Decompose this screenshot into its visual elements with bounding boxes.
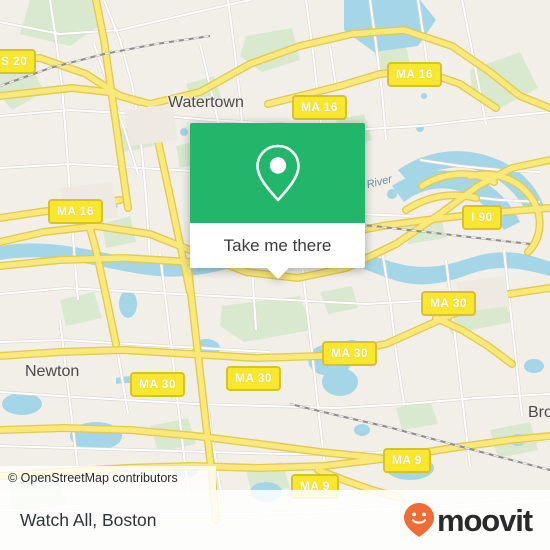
- callout-pointer-tail: [265, 267, 290, 279]
- road-shield-i-90: I 90: [462, 205, 502, 230]
- place-label-watertown: Watertown: [168, 94, 244, 111]
- road-shield-ma-30-a: MA 30: [421, 291, 476, 316]
- place-label-brookline: Bro: [528, 404, 550, 421]
- road-shield-us-20: S 20: [0, 49, 37, 74]
- road-shield-ma-16-a: MA 16: [292, 95, 347, 120]
- map-screen: Watertown Newton Bro es River S 20 MA 16…: [0, 0, 550, 550]
- callout-action-panel[interactable]: Take me there: [190, 223, 365, 279]
- moovit-wordmark: moovit: [436, 502, 533, 538]
- moovit-logo[interactable]: moovit: [403, 502, 533, 538]
- map-attribution: © OpenStreetMap contributors: [0, 466, 216, 490]
- bottom-bar: Watch All, Boston moovit: [0, 490, 550, 550]
- attribution-text: © OpenStreetMap contributors: [8, 471, 178, 485]
- road-shield-ma-16-c: MA 16: [48, 199, 103, 224]
- map-pin-icon: [255, 144, 300, 202]
- place-label-newton: Newton: [25, 363, 80, 380]
- road-shield-ma-30-d: MA 30: [130, 372, 185, 397]
- road-shield-ma-30-b: MA 30: [322, 341, 377, 366]
- moovit-smiley-pin-icon: [403, 503, 434, 537]
- callout-icon-panel: [190, 123, 365, 223]
- road-shield-ma-9-a: MA 9: [383, 448, 431, 473]
- location-title: Watch All, Boston: [20, 509, 157, 530]
- take-me-there-callout[interactable]: Take me there: [190, 123, 365, 279]
- road-shield-ma-30-c: MA 30: [226, 366, 281, 391]
- take-me-there-label: Take me there: [223, 235, 332, 255]
- road-shield-ma-16-b: MA 16: [387, 62, 442, 87]
